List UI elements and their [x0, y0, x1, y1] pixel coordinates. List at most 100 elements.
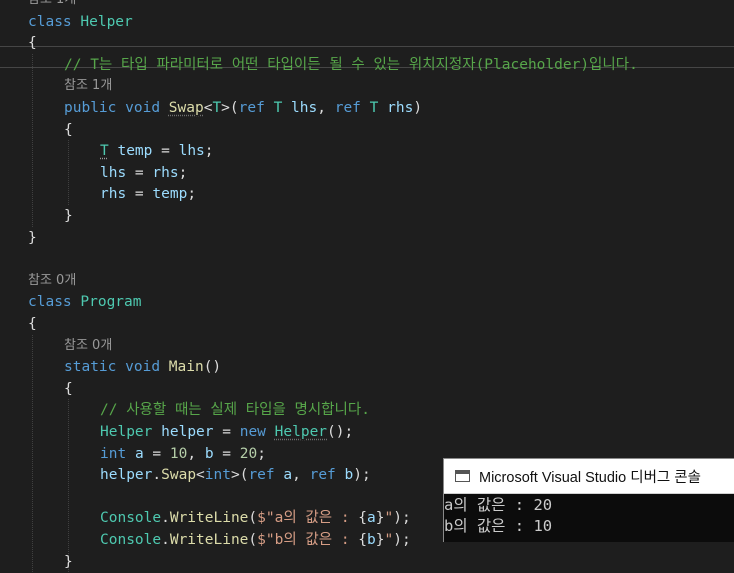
code-token: }: [375, 510, 385, 527]
code-line[interactable]: class Helper: [28, 11, 133, 33]
code-token: static: [64, 359, 117, 376]
code-token: a: [283, 467, 293, 484]
code-token: {: [28, 35, 37, 52]
console-titlebar[interactable]: Microsoft Visual Studio 디버그 콘솔: [444, 459, 734, 494]
code-line[interactable]: rhs = temp;: [100, 183, 196, 205]
code-token: Console: [100, 510, 162, 527]
code-token: =: [143, 445, 170, 462]
code-token: int: [100, 445, 127, 462]
code-line[interactable]: {: [64, 378, 73, 400]
code-token: Helper: [274, 424, 328, 440]
code-token: a: [367, 510, 376, 527]
indent-guide: [32, 53, 33, 227]
code-token: // T는 타입 파라미터로 어떤 타입이든 될 수 있는 위치지정자(Plac…: [64, 56, 638, 73]
code-lens-references[interactable]: 참조 0개: [64, 335, 112, 357]
code-line[interactable]: helper.Swap<int>(ref a, ref b);: [100, 464, 371, 486]
code-token: =: [126, 186, 153, 203]
code-line[interactable]: // 사용할 때는 실제 타입을 명시합니다.: [100, 399, 370, 421]
code-token: ,: [292, 467, 310, 484]
code-token: Swap: [161, 467, 197, 484]
code-lens-text[interactable]: 참조 0개: [64, 338, 112, 353]
code-line[interactable]: int a = 10, b = 20;: [100, 443, 266, 465]
code-token: ref: [248, 467, 275, 484]
code-token: }: [28, 229, 37, 246]
code-line[interactable]: {: [28, 313, 37, 335]
code-token: rhs: [152, 164, 179, 181]
code-line[interactable]: Helper helper = new Helper();: [100, 421, 353, 443]
code-line[interactable]: T temp = lhs;: [100, 140, 214, 162]
code-token: .: [152, 467, 162, 484]
code-token: {: [64, 380, 73, 397]
code-token: lhs: [100, 164, 127, 181]
code-token: ;: [187, 186, 197, 203]
code-lens-references[interactable]: 참조 1개: [28, 0, 76, 11]
code-lens-text[interactable]: 참조 0개: [28, 273, 76, 288]
code-token: WriteLine: [169, 532, 249, 548]
code-token: =: [126, 164, 153, 181]
code-token: =: [152, 143, 179, 160]
code-line[interactable]: // T는 타입 파라미터로 어떤 타입이든 될 수 있는 위치지정자(Plac…: [64, 54, 638, 76]
code-token: Console: [100, 532, 162, 548]
code-token: >(: [230, 467, 249, 484]
console-title: Microsoft Visual Studio 디버그 콘솔: [479, 469, 701, 486]
indent-guide: [68, 140, 69, 205]
code-line[interactable]: static void Main(): [64, 356, 221, 378]
code-token: }: [64, 208, 73, 224]
code-line[interactable]: Console.WriteLine($"a의 값은 : {a}");: [100, 507, 411, 529]
code-token: b: [344, 467, 354, 484]
indent-guide: [68, 399, 69, 573]
code-token: helper: [161, 424, 214, 440]
code-token: void: [125, 100, 161, 116]
code-lens-text[interactable]: 참조 1개: [64, 78, 112, 93]
code-line[interactable]: Console.WriteLine($"b의 값은 : {b}");: [100, 529, 411, 551]
code-token: {: [358, 510, 368, 527]
code-line[interactable]: }: [28, 227, 37, 249]
code-token: =: [213, 445, 240, 462]
debug-console-window[interactable]: Microsoft Visual Studio 디버그 콘솔 a의 값은 : 2…: [443, 458, 734, 542]
code-line[interactable]: {: [28, 32, 37, 54]
code-token: Swap: [168, 100, 204, 116]
code-token: class: [28, 294, 72, 311]
code-token: public: [64, 100, 117, 116]
code-line[interactable]: }: [64, 551, 73, 573]
code-token: );: [393, 532, 411, 548]
code-token: void: [125, 359, 161, 376]
code-token: );: [353, 467, 371, 484]
code-token: int: [204, 467, 231, 484]
console-output-line: b의 값은 : 10: [444, 517, 553, 535]
code-line[interactable]: }: [64, 205, 73, 227]
code-lens-references[interactable]: 참조 1개: [64, 75, 112, 97]
code-token: class: [28, 13, 72, 30]
code-token: 20: [239, 445, 258, 462]
code-line[interactable]: public void Swap<T>(ref T lhs, ref T rhs…: [64, 97, 422, 119]
code-token: lhs: [291, 100, 318, 116]
code-token: ;: [178, 164, 188, 181]
code-line[interactable]: class Program: [28, 291, 142, 313]
code-token: ": [384, 532, 394, 548]
code-token: T: [212, 100, 222, 116]
code-line[interactable]: lhs = rhs;: [100, 162, 187, 184]
code-token: ;: [257, 445, 266, 462]
code-token: WriteLine: [169, 510, 249, 527]
code-token: ref: [334, 100, 361, 116]
code-token: Helper: [100, 424, 153, 440]
code-token: .: [161, 510, 170, 527]
console-output: a의 값은 : 20 b의 값은 : 10: [444, 494, 734, 537]
code-token: ": [384, 510, 394, 527]
code-lens-references[interactable]: 참조 0개: [28, 270, 76, 292]
indent-guide: [32, 334, 33, 573]
code-line[interactable]: {: [64, 119, 73, 141]
code-token: Main: [168, 359, 204, 376]
code-token: );: [393, 510, 411, 527]
code-token: }: [64, 553, 73, 570]
code-lens-text[interactable]: 참조 1개: [28, 0, 76, 7]
